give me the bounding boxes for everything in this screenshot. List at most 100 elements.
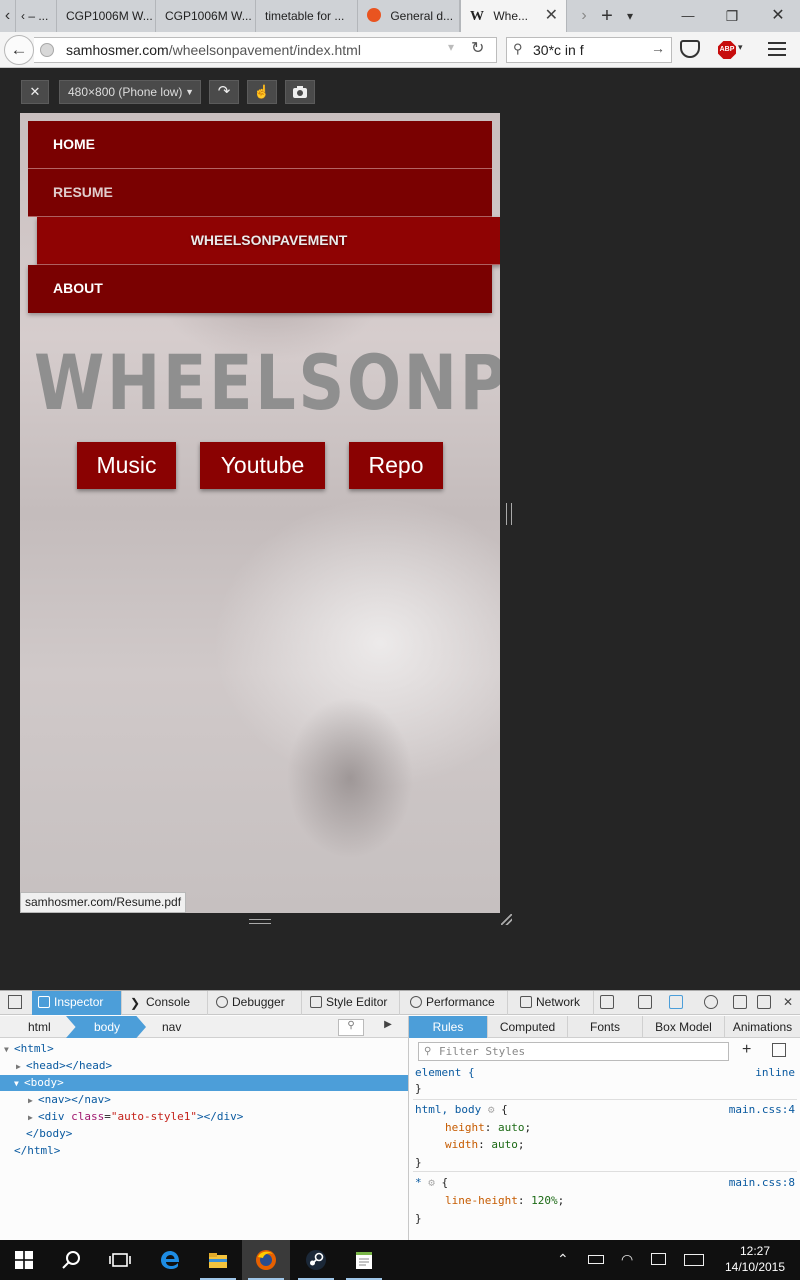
rule-html-body-selector[interactable]: html, body ⚙ { — [415, 1102, 508, 1118]
collapsed-arrow-icon[interactable]: ▶ — [28, 1110, 38, 1126]
filter-styles-input[interactable]: ⚲ Filter Styles — [418, 1042, 729, 1061]
tab-4[interactable]: General d... — [358, 0, 460, 32]
search-input[interactable]: 30*c in f — [533, 42, 584, 58]
markup-div[interactable]: ▶ <div class="auto-style1"></div> — [28, 1109, 243, 1125]
touch-simulation-button[interactable]: ☝ — [247, 80, 277, 104]
markup-html-close[interactable]: </html> — [14, 1143, 60, 1159]
rotate-button[interactable]: ↷ — [209, 80, 239, 104]
youtube-button[interactable]: Youtube — [200, 442, 325, 489]
add-rule-button[interactable]: + — [742, 1041, 751, 1059]
nav-item-resume[interactable]: RESUME — [28, 169, 492, 217]
viewport-resize-handle-side[interactable] — [506, 503, 512, 525]
rdm-close-button[interactable]: ✕ — [21, 80, 49, 104]
markup-search-icon[interactable]: ⚲ — [338, 1019, 364, 1036]
start-button[interactable] — [0, 1240, 48, 1280]
tab-5-active[interactable]: W Whe... ✕ — [460, 0, 567, 32]
rule-html-body-source-link[interactable]: main.css:4 — [729, 1102, 795, 1118]
rule-options-icon[interactable]: ⚙ — [488, 1103, 495, 1116]
taskbar-file-explorer[interactable] — [194, 1240, 242, 1280]
notifications-icon[interactable] — [651, 1253, 666, 1265]
device-preset-select[interactable]: 480×800 (Phone low) ▼ — [59, 80, 201, 104]
tab-performance[interactable]: Performance — [404, 991, 508, 1015]
battery-icon[interactable] — [588, 1255, 604, 1264]
tab-0[interactable]: ‹ – ... — [17, 0, 57, 32]
markup-body-open[interactable]: ▼ <body> — [0, 1075, 408, 1091]
expanded-arrow-icon[interactable]: ▼ — [14, 1076, 24, 1092]
tab-console[interactable]: ❯ Console — [124, 991, 208, 1015]
taskbar-notepad-plus[interactable] — [340, 1240, 388, 1280]
collapsed-arrow-icon[interactable]: ▶ — [16, 1059, 26, 1075]
url-text[interactable]: samhosmer.com/wheelsonpavement/index.htm… — [66, 42, 361, 58]
nav-item-home[interactable]: HOME — [28, 121, 492, 169]
hamburger-menu-icon[interactable] — [768, 42, 786, 56]
breadcrumb-html[interactable]: html — [0, 1016, 76, 1038]
tab-computed[interactable]: Computed — [488, 1016, 568, 1038]
restore-icon[interactable]: ❐ — [712, 0, 752, 32]
more-tools-icon[interactable] — [600, 995, 614, 1009]
taskbar-steam[interactable] — [292, 1240, 340, 1280]
element-picker-icon[interactable] — [8, 995, 22, 1009]
adblock-plus-icon[interactable]: ABP — [718, 41, 736, 59]
tab-debugger[interactable]: Debugger — [210, 991, 302, 1015]
rule-options-icon[interactable]: ⚙ — [428, 1176, 435, 1189]
markup-html-open[interactable]: ▼ <html> — [4, 1041, 54, 1057]
markup-nav[interactable]: ▶ <nav></nav> — [28, 1092, 111, 1108]
viewport-resize-handle-corner[interactable] — [501, 914, 512, 925]
repo-button[interactable]: Repo — [349, 442, 443, 489]
viewport-resize-handle-bottom[interactable] — [249, 919, 271, 924]
tab-3[interactable]: timetable for ... — [256, 0, 358, 32]
wifi-icon[interactable]: ◠ — [621, 1251, 633, 1268]
collapsed-arrow-icon[interactable]: ▶ — [28, 1093, 38, 1109]
tab-list-icon[interactable]: › — [574, 0, 594, 32]
new-tab-icon[interactable]: + — [596, 0, 618, 32]
search-bar[interactable]: ⚲ 30*c in f → — [506, 37, 672, 63]
pocket-icon[interactable] — [680, 40, 700, 58]
declaration-width[interactable]: width: auto; — [445, 1137, 525, 1153]
taskbar-clock[interactable]: 12:27 14/10/2015 — [722, 1243, 788, 1275]
declaration-line-height[interactable]: line-height: 120%; — [445, 1193, 564, 1209]
toggle-sidebar-icon[interactable]: ▶ — [380, 1019, 396, 1035]
music-button[interactable]: Music — [77, 442, 176, 489]
panel-splitter[interactable] — [408, 1016, 409, 1241]
keyboard-icon[interactable] — [684, 1254, 704, 1266]
tab-network[interactable]: Network — [514, 991, 594, 1015]
tab-style-editor[interactable]: Style Editor — [304, 991, 400, 1015]
undock-icon[interactable] — [757, 995, 771, 1009]
tab-box-model[interactable]: Box Model — [643, 1016, 725, 1038]
chevron-up-icon[interactable]: ⌃ — [557, 1251, 569, 1268]
tab-rules[interactable]: Rules — [409, 1016, 488, 1038]
tab-1[interactable]: CGP1006M W... — [57, 0, 156, 32]
markup-head[interactable]: ▶ <head></head> — [16, 1058, 112, 1074]
search-button[interactable] — [48, 1240, 96, 1280]
tab-inspector[interactable]: Inspector — [32, 991, 122, 1015]
tab-animations[interactable]: Animations — [725, 1016, 800, 1038]
gear-icon[interactable] — [704, 995, 718, 1009]
minimize-icon[interactable]: — — [668, 0, 708, 32]
tab-fonts[interactable]: Fonts — [568, 1016, 643, 1038]
screenshot-button[interactable] — [285, 80, 315, 104]
rule-universal-selector[interactable]: * ⚙ { — [415, 1175, 448, 1191]
rule-universal-source-link[interactable]: main.css:8 — [729, 1175, 795, 1191]
nav-item-about[interactable]: ABOUT — [28, 265, 492, 313]
tab-scroll-left-button[interactable]: ‹ — [0, 0, 16, 32]
expanded-arrow-icon[interactable]: ▼ — [4, 1042, 14, 1058]
toggle-pseudo-classes-icon[interactable] — [772, 1043, 786, 1057]
search-go-icon[interactable]: → — [651, 40, 665, 56]
taskbar-firefox[interactable] — [242, 1240, 290, 1280]
task-view-button[interactable] — [96, 1240, 144, 1280]
taskbar-edge[interactable] — [146, 1240, 194, 1280]
tab-2[interactable]: CGP1006M W... — [156, 0, 256, 32]
dock-side-icon[interactable] — [733, 995, 747, 1009]
nav-item-wheelsonpavement[interactable]: WHEELSONPAVEMENT — [37, 217, 500, 265]
url-history-dropdown-icon[interactable]: ▾ — [448, 40, 454, 54]
markup-body-close[interactable]: </body> — [26, 1126, 72, 1142]
rule-element-selector[interactable]: element { — [415, 1065, 475, 1081]
chevron-down-icon[interactable]: ▾ — [738, 42, 743, 53]
tab-dropdown-icon[interactable]: ▾ — [620, 0, 640, 32]
back-button[interactable]: ← — [4, 35, 34, 65]
responsive-mode-icon[interactable] — [669, 995, 683, 1009]
close-tab-icon[interactable]: ✕ — [545, 0, 558, 32]
breadcrumb-nav[interactable]: nav — [134, 1016, 204, 1038]
reload-icon[interactable]: ↻ — [471, 38, 484, 58]
url-bar[interactable]: samhosmer.com/wheelsonpavement/index.htm… — [34, 37, 497, 63]
